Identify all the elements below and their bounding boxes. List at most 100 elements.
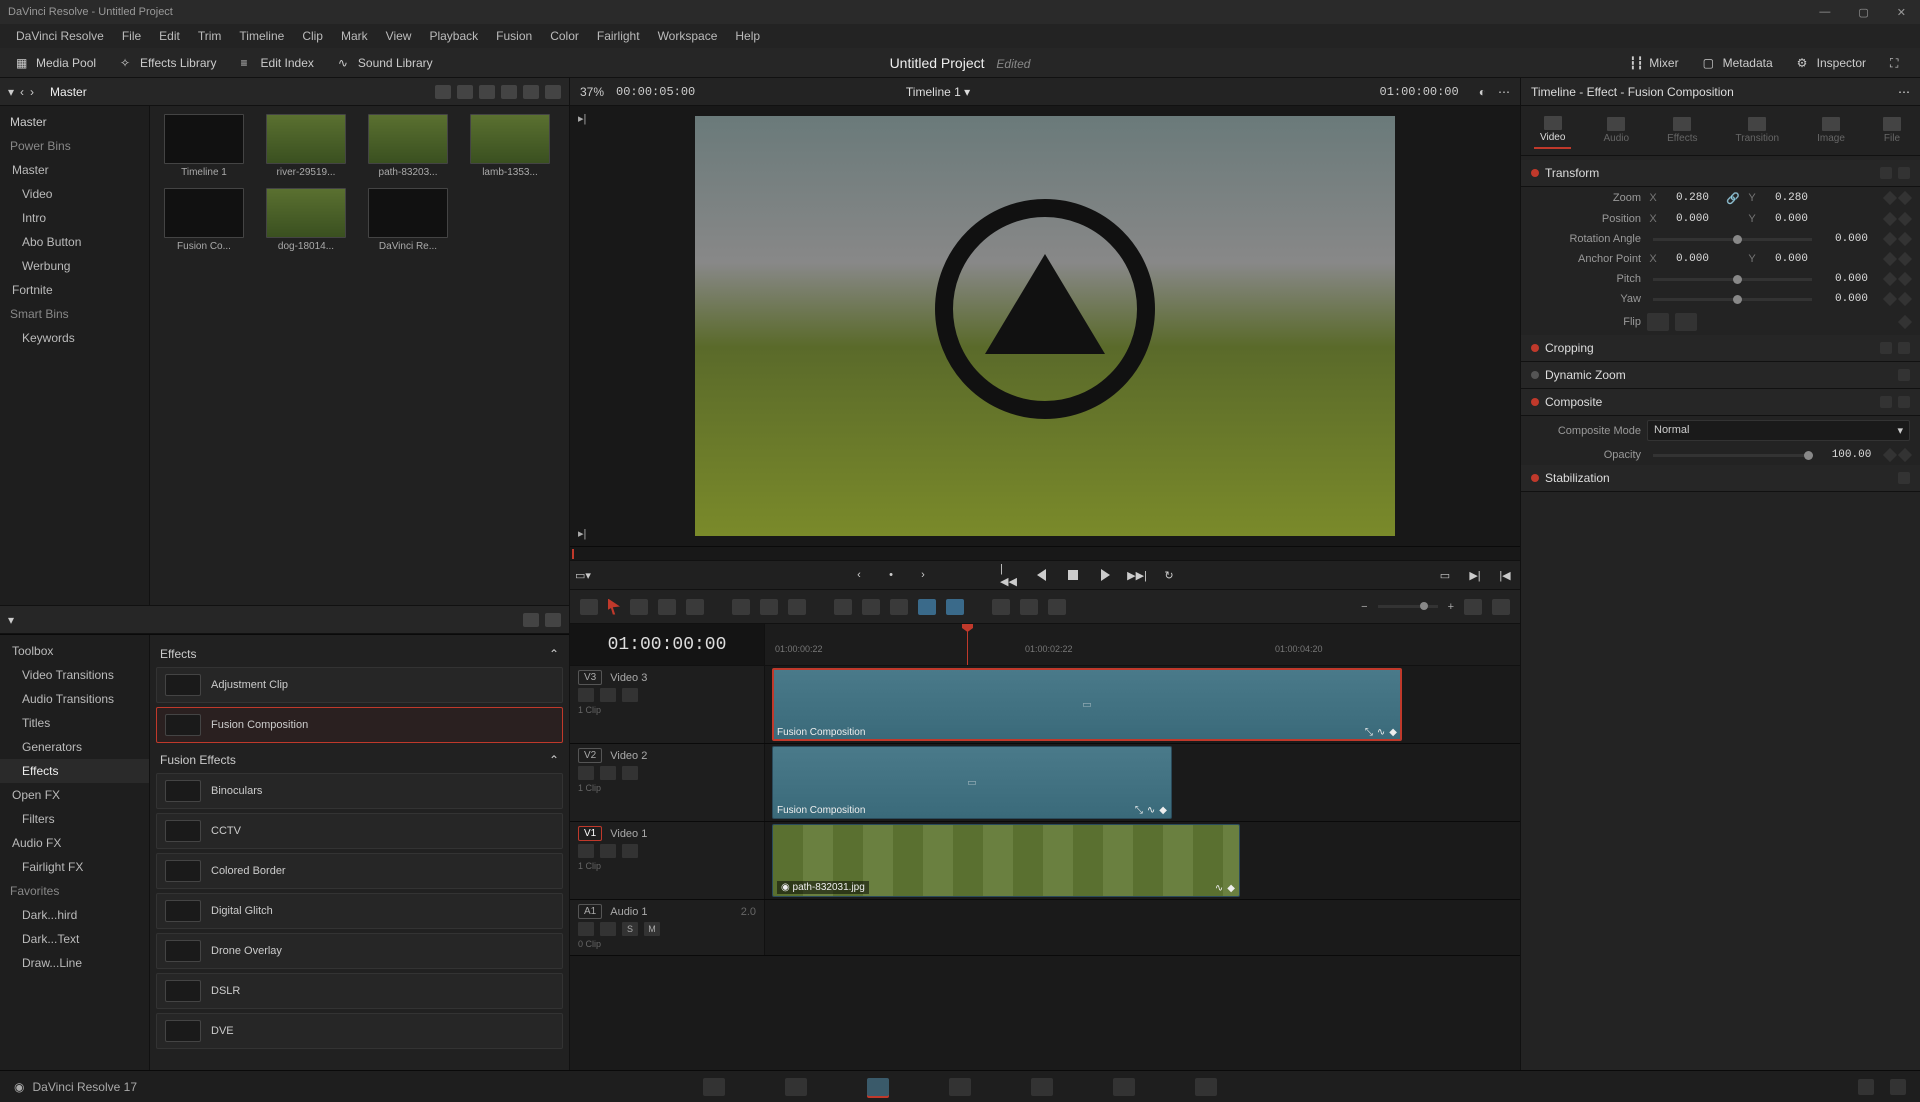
timeline-expand-icon[interactable] [1492, 599, 1510, 615]
page-edit-active[interactable] [867, 1078, 889, 1096]
page-fusion[interactable] [949, 1078, 971, 1096]
blade-tool-icon[interactable] [686, 599, 704, 615]
effect-item[interactable]: DSLR [156, 973, 563, 1009]
track-lock-icon[interactable] [578, 766, 594, 780]
full-screen-toggle[interactable]: ⛶ [1882, 53, 1912, 73]
keyframe-button[interactable] [1880, 396, 1892, 408]
track-lane[interactable] [765, 900, 1520, 955]
menu-item[interactable]: Fairlight [589, 27, 648, 45]
keyframe-button[interactable] [1880, 167, 1892, 179]
viewer-scrubber[interactable] [570, 546, 1520, 560]
effect-category[interactable]: Audio Transitions [0, 687, 149, 711]
zoom-out-icon[interactable]: − [1361, 601, 1367, 613]
reset-button[interactable] [1898, 342, 1910, 354]
tab-audio[interactable]: Audio [1597, 113, 1635, 148]
track-solo-button[interactable]: S [622, 922, 638, 936]
effect-item[interactable]: Drone Overlay [156, 933, 563, 969]
effect-item[interactable]: CCTV [156, 813, 563, 849]
window-close-button[interactable]: ✕ [1891, 4, 1912, 21]
replace-clip-icon[interactable] [788, 599, 806, 615]
tab-file[interactable]: File [1877, 113, 1907, 148]
track-name[interactable]: Video 2 [610, 750, 647, 762]
reset-icon[interactable] [1898, 252, 1912, 266]
clip-retime-icon[interactable]: ⤡ [1365, 727, 1373, 738]
effect-item[interactable]: DVE [156, 1013, 563, 1049]
timeline-view-options-icon[interactable] [580, 599, 598, 615]
source-timecode[interactable]: 00:00:05:00 [616, 85, 695, 99]
clip-thumb[interactable]: dog-18014... [260, 188, 352, 252]
bin-master-header[interactable]: Master [0, 110, 149, 134]
track-header[interactable]: V3Video 3 1 Clip [570, 666, 765, 743]
zoom-in-icon[interactable]: + [1448, 601, 1454, 613]
loop-button[interactable]: ↻ [1160, 566, 1178, 584]
tab-transition[interactable]: Transition [1730, 113, 1786, 148]
single-viewer-icon[interactable]: ▭ [1436, 566, 1454, 584]
track-disable-icon[interactable] [622, 688, 638, 702]
step-back-button[interactable] [1032, 566, 1050, 584]
track-lock-icon[interactable] [578, 844, 594, 858]
reset-button[interactable] [1898, 396, 1910, 408]
enable-dot[interactable] [1531, 474, 1539, 482]
timeline-dropdown[interactable]: Timeline 1 ▾ [906, 85, 970, 99]
menu-item[interactable]: File [114, 27, 149, 45]
go-to-in-icon[interactable]: ▸| [578, 527, 586, 540]
page-fairlight[interactable] [1113, 1078, 1135, 1096]
clip-keyframe-icon[interactable]: ◆ [1389, 727, 1397, 738]
reset-button[interactable] [1898, 167, 1910, 179]
sort-icon[interactable] [523, 85, 539, 99]
track-tag[interactable]: V3 [578, 670, 602, 685]
menu-item[interactable]: View [378, 27, 420, 45]
menu-item[interactable]: Edit [151, 27, 188, 45]
timeline-clip[interactable]: ▭ Fusion Composition ⤡∿◆ [772, 746, 1172, 819]
go-last-frame-icon[interactable]: ▶| [1466, 566, 1484, 584]
fairlightfx-item[interactable]: Fairlight FX [0, 855, 149, 879]
mixer-toggle[interactable]: ┇┇Mixer [1621, 53, 1686, 73]
clip-keyframe-icon[interactable]: ◆ [1227, 883, 1235, 894]
track-tag[interactable]: A1 [578, 904, 602, 919]
clip-thumb[interactable]: DaVinci Re... [362, 188, 454, 252]
section-cropping[interactable]: Cropping [1521, 335, 1920, 362]
custom-zoom-icon[interactable] [1048, 599, 1066, 615]
smart-bins-group[interactable]: Smart Bins [0, 302, 149, 326]
rotation-slider[interactable] [1653, 238, 1812, 241]
track-auto-select-icon[interactable] [600, 844, 616, 858]
reset-button[interactable] [1898, 472, 1910, 484]
inspector-more-icon[interactable]: ⋯ [1898, 85, 1910, 99]
bin-item[interactable]: Video [0, 182, 149, 206]
more-icon[interactable] [545, 85, 561, 99]
favorite-item[interactable]: Dark...hird [0, 903, 149, 927]
effect-item-selected[interactable]: Fusion Composition [156, 707, 563, 743]
effect-category-active[interactable]: Effects [0, 759, 149, 783]
bin-item[interactable]: Fortnite [0, 278, 149, 302]
stop-button[interactable] [1064, 566, 1082, 584]
track-name[interactable]: Video 3 [610, 672, 647, 684]
anchor-y-field[interactable]: 0.000 [1764, 253, 1819, 265]
menu-item[interactable]: Clip [294, 27, 331, 45]
section-stabilization[interactable]: Stabilization [1521, 465, 1920, 492]
next-edit-icon[interactable]: › [914, 566, 932, 584]
clip-keyframe-icon[interactable]: ◆ [1159, 805, 1167, 816]
timeline-clip-selected[interactable]: ▭ Fusion Composition ⤡∿◆ [772, 668, 1402, 741]
clip-curve-icon[interactable]: ∿ [1147, 805, 1155, 816]
keyframe-diamond[interactable] [1883, 191, 1897, 205]
favorite-item[interactable]: Draw...Line [0, 951, 149, 975]
insert-clip-icon[interactable] [732, 599, 750, 615]
effects-list-header[interactable]: Effects⌃ [156, 641, 563, 667]
menu-item[interactable]: Workspace [650, 27, 726, 45]
sound-library-toggle[interactable]: ∿Sound Library [330, 53, 441, 73]
reset-icon[interactable] [1898, 232, 1912, 246]
go-first-frame-icon[interactable]: |◀ [1496, 566, 1514, 584]
bin-item[interactable]: Abo Button [0, 230, 149, 254]
panel-menu-icon[interactable]: ▾ [8, 613, 14, 627]
zoom-slider[interactable] [1378, 605, 1438, 608]
window-maximize-button[interactable]: ▢ [1852, 4, 1874, 21]
keyframe-diamond[interactable] [1883, 212, 1897, 226]
collapse-icon[interactable]: ⌃ [549, 753, 559, 767]
go-to-start-button[interactable]: |◀◀ [1000, 566, 1018, 584]
page-deliver[interactable] [1195, 1078, 1217, 1096]
reset-button[interactable] [1898, 369, 1910, 381]
toolbox-group[interactable]: Toolbox [0, 639, 149, 663]
menu-item[interactable]: Mark [333, 27, 376, 45]
page-color[interactable] [1031, 1078, 1053, 1096]
viewer-canvas[interactable] [695, 116, 1395, 536]
